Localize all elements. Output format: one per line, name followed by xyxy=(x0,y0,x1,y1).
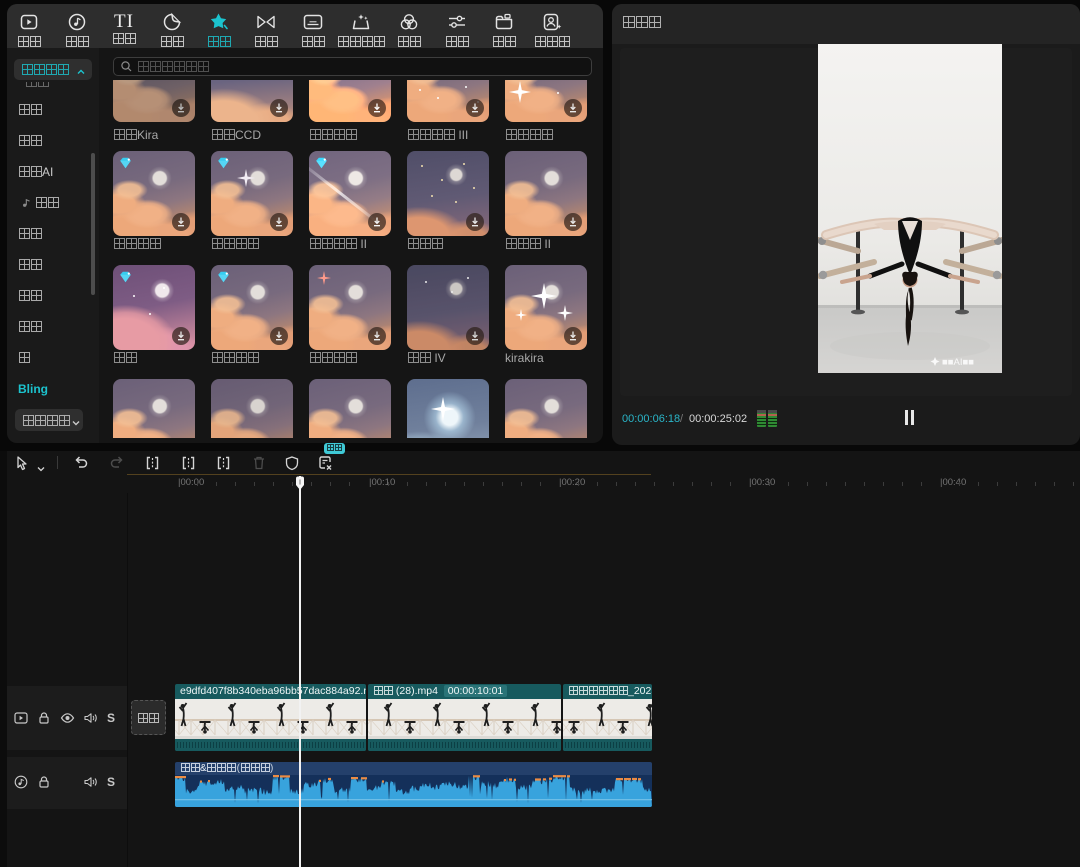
svg-text:■■AI■■: ■■AI■■ xyxy=(942,357,974,368)
